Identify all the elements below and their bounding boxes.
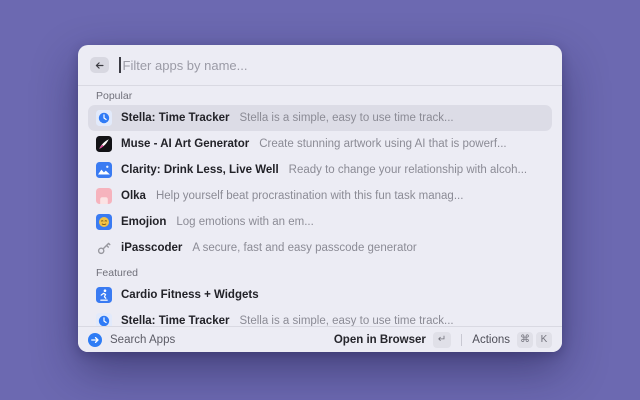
app-title: Muse - AI Art Generator	[121, 138, 249, 150]
app-subtitle: Log emotions with an em...	[176, 216, 313, 228]
app-row[interactable]: Clarity: Drink Less, Live Well Ready to c…	[88, 157, 552, 183]
back-button[interactable]	[90, 57, 109, 73]
stella-app-icon	[96, 313, 112, 326]
emojion-app-icon	[96, 214, 112, 230]
search-apps-logo-icon	[88, 333, 102, 347]
back-arrow-icon	[94, 60, 105, 71]
app-row[interactable]: Muse - AI Art Generator Create stunning a…	[88, 131, 552, 157]
search-bar	[78, 45, 562, 85]
app-row[interactable]: Cardio Fitness + Widgets	[88, 282, 552, 308]
app-title: Clarity: Drink Less, Live Well	[121, 164, 279, 176]
actions-button[interactable]: Actions	[472, 334, 510, 346]
app-title: Emojion	[121, 216, 166, 228]
app-search-window: Popular Stella: Time Tracker Stella is a s…	[78, 45, 562, 352]
section-label: Popular	[96, 90, 544, 102]
app-title: Stella: Time Tracker	[121, 315, 229, 326]
k-key-badge: K	[536, 332, 552, 348]
app-title: Cardio Fitness + Widgets	[121, 289, 259, 301]
footer-bar: Search Apps Open in Browser ↵ Actions ⌘ …	[78, 326, 562, 352]
app-row[interactable]: Emojion Log emotions with an em...	[88, 209, 552, 235]
search-input[interactable]	[123, 58, 551, 73]
app-title: Olka	[121, 190, 146, 202]
app-row[interactable]: Stella: Time Tracker Stella is a simple, …	[88, 105, 552, 131]
text-caret	[119, 57, 121, 73]
app-row[interactable]: Olka Help yourself beat procrastination w…	[88, 183, 552, 209]
return-key-badge: ↵	[433, 332, 451, 348]
ipasscoder-app-icon	[96, 240, 112, 256]
app-subtitle: Ready to change your relationship with a…	[289, 164, 527, 176]
app-results-list: Popular Stella: Time Tracker Stella is a s…	[78, 86, 562, 326]
stella-app-icon	[96, 110, 112, 126]
app-subtitle: A secure, fast and easy passcode generat…	[192, 242, 416, 254]
section-label: Featured	[96, 267, 544, 279]
app-subtitle: Help yourself beat procrastination with …	[156, 190, 463, 202]
olka-app-icon	[96, 188, 112, 204]
app-subtitle: Stella is a simple, easy to use time tra…	[239, 315, 453, 326]
footer-divider	[461, 334, 462, 346]
desktop-background: Popular Stella: Time Tracker Stella is a s…	[0, 0, 640, 400]
cardio-app-icon	[96, 287, 112, 303]
muse-app-icon	[96, 136, 112, 152]
command-key-badge: ⌘	[517, 332, 533, 348]
app-subtitle: Stella is a simple, easy to use time tra…	[239, 112, 453, 124]
open-in-browser-button[interactable]: Open in Browser	[334, 334, 426, 346]
clarity-app-icon	[96, 162, 112, 178]
footer-app-label: Search Apps	[110, 334, 175, 346]
app-row[interactable]: Stella: Time Tracker Stella is a simple, …	[88, 308, 552, 326]
app-title: Stella: Time Tracker	[121, 112, 229, 124]
app-row[interactable]: iPasscoder A secure, fast and easy passco…	[88, 235, 552, 261]
app-subtitle: Create stunning artwork using AI that is…	[259, 138, 506, 150]
app-title: iPasscoder	[121, 242, 182, 254]
